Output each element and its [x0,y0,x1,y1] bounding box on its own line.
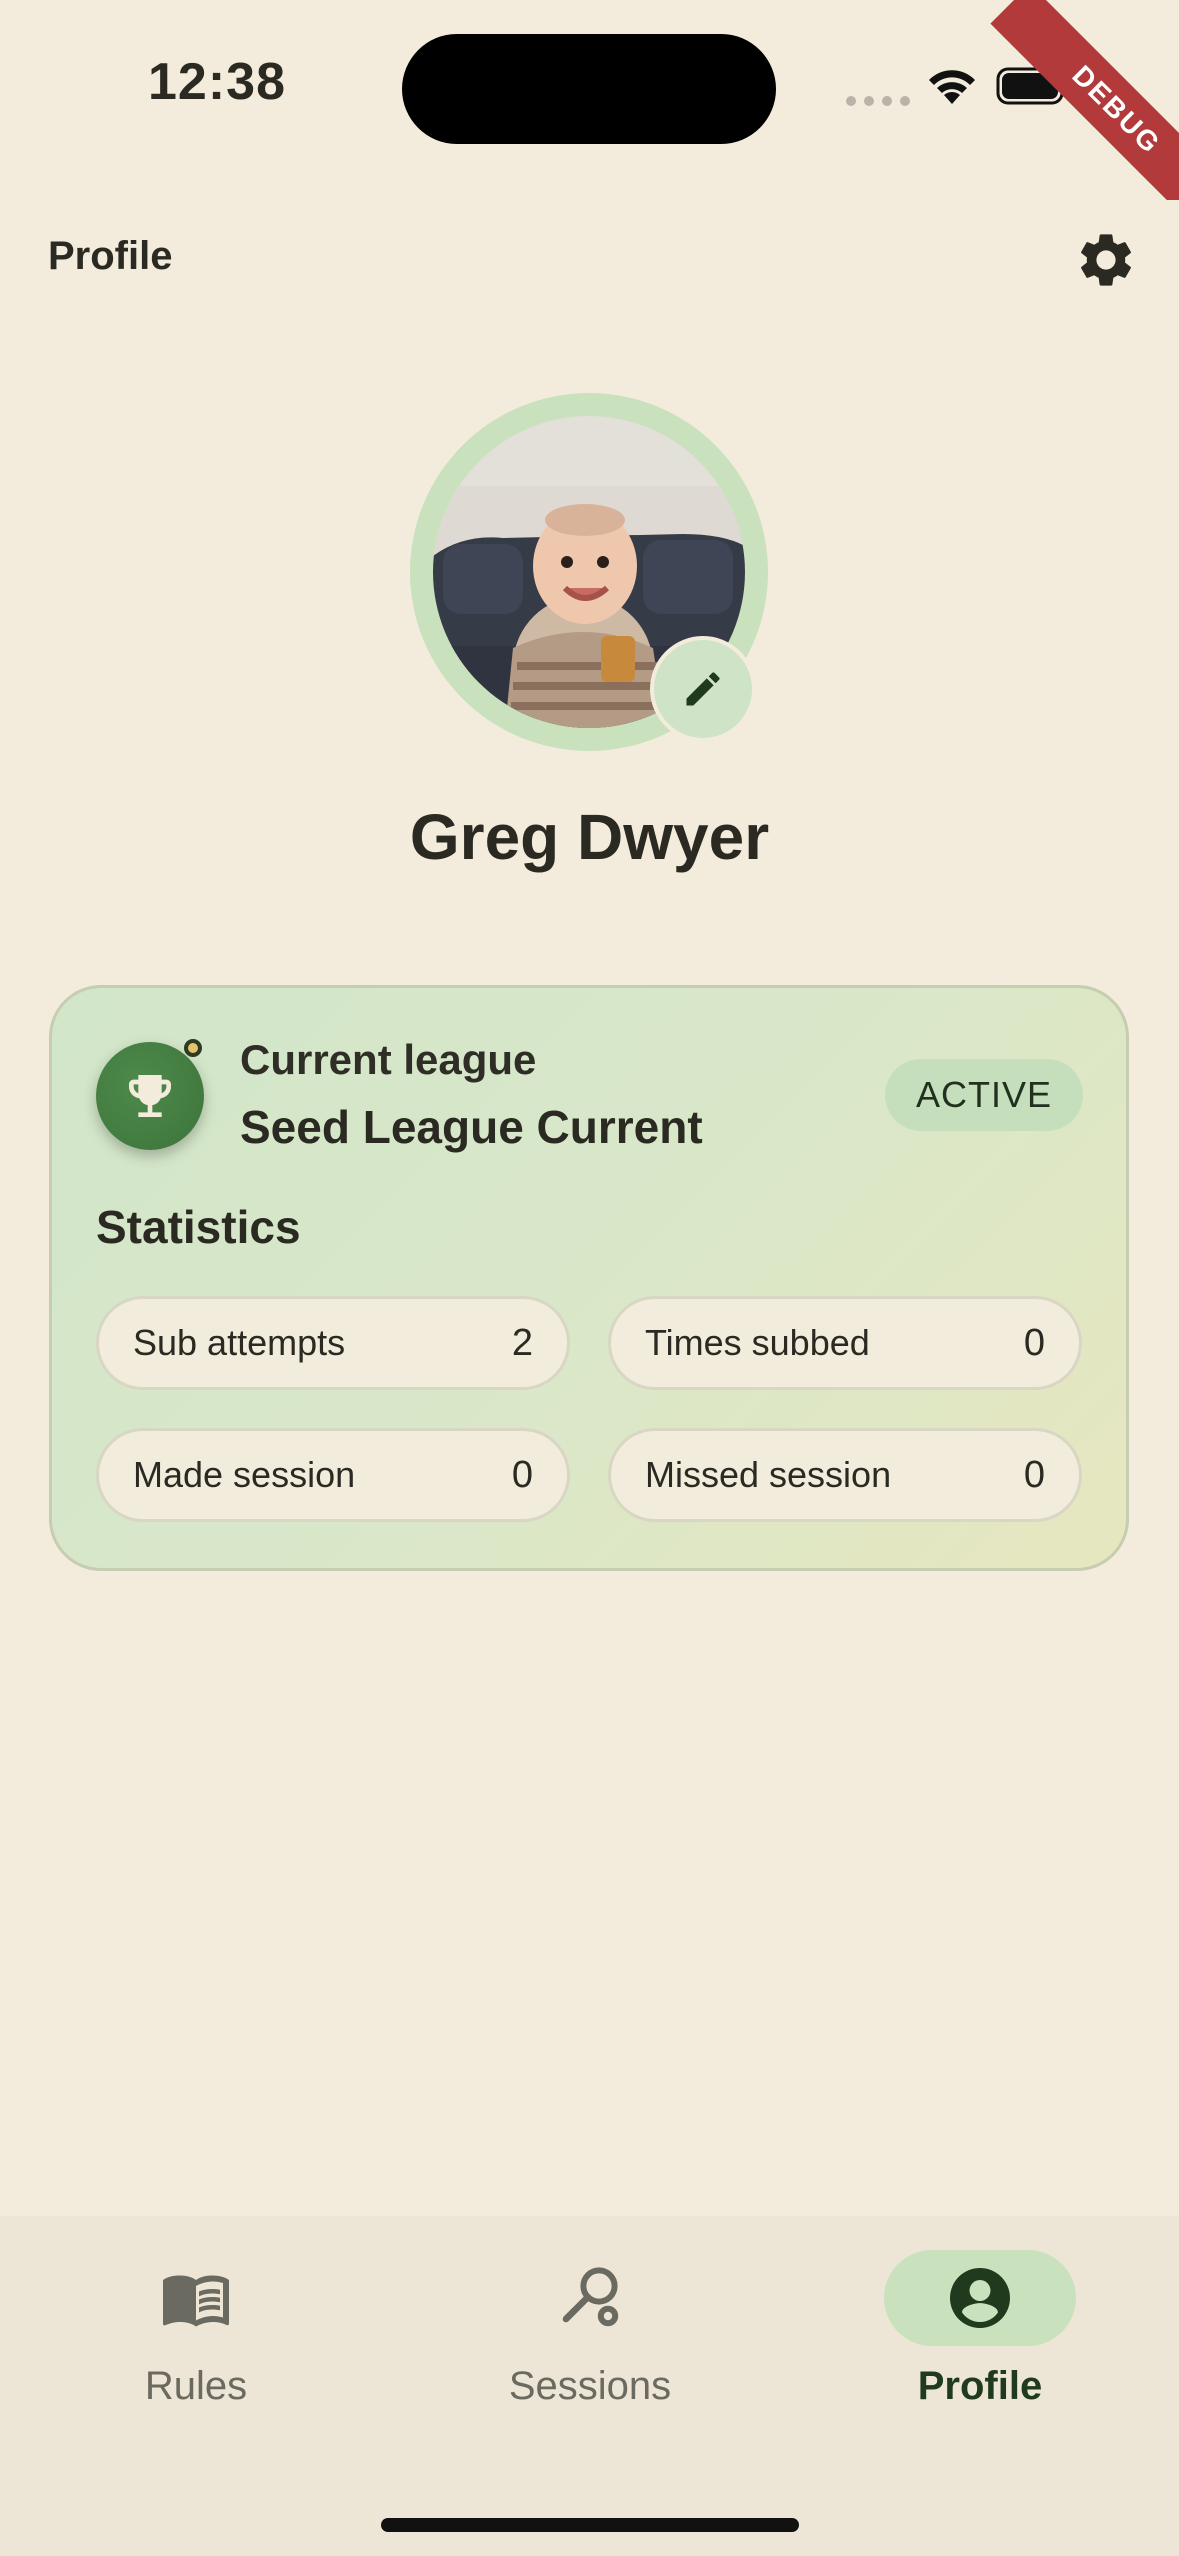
status-time: 12:38 [148,53,286,111]
nav-active-indicator [884,2250,1076,2346]
edit-avatar-button[interactable] [650,636,756,742]
nav-label-profile: Profile [917,2364,1043,2408]
stat-value: 0 [511,1453,533,1496]
nav-item-profile[interactable]: Profile [880,2250,1080,2409]
wifi-icon [929,70,975,104]
trophy-icon [129,1075,171,1117]
status-badge: ACTIVE [885,1059,1083,1131]
league-name: Seed League Current [240,1101,703,1153]
statistics-heading: Statistics [96,1201,301,1253]
nav-label-rules: Rules [144,2364,248,2408]
stat-label: Made session [133,1454,356,1495]
racket-icon [562,2267,619,2327]
dynamic-island [402,34,776,144]
stat-times-subbed: Times subbed 0 [608,1296,1082,1390]
current-league-label: Current league [240,1036,537,1083]
stat-value: 0 [1023,1453,1045,1496]
page-title: Profile [48,234,173,278]
cellular-signal-icon [846,96,910,106]
stat-label: Sub attempts [133,1322,346,1363]
stat-made-session: Made session 0 [96,1428,570,1522]
account-circle-icon [950,2268,1010,2328]
stat-sub-attempts: Sub attempts 2 [96,1296,570,1390]
settings-gear-icon[interactable] [1074,228,1138,292]
battery-icon [996,67,1070,105]
stat-missed-session: Missed session 0 [608,1428,1082,1522]
pencil-icon [686,672,720,706]
stat-label: Times subbed [645,1322,870,1363]
home-indicator [381,2518,799,2532]
stat-label: Missed session [645,1454,892,1495]
nav-item-rules[interactable]: Rules [96,2250,296,2409]
profile-name: Greg Dwyer [409,801,770,873]
nav-label-sessions: Sessions [508,2364,672,2408]
book-icon [163,2275,229,2327]
notification-dot [184,1039,202,1057]
stat-value: 0 [1023,1321,1045,1364]
stat-value: 2 [511,1321,533,1364]
nav-item-sessions[interactable]: Sessions [490,2250,690,2409]
league-badge [96,1042,204,1150]
